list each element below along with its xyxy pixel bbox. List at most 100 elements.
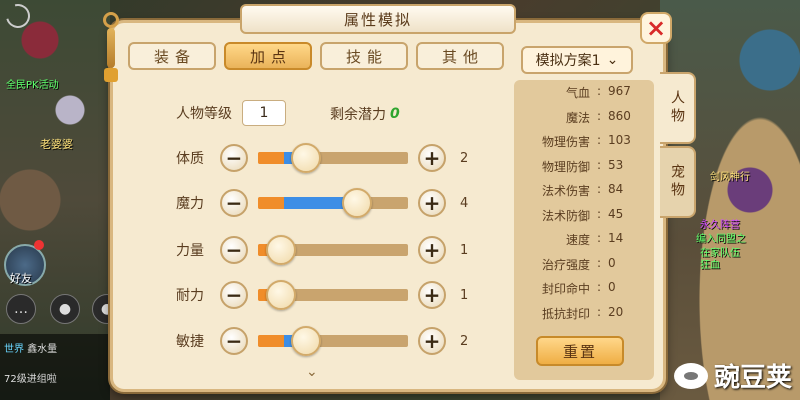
stat-slider[interactable] bbox=[258, 326, 408, 356]
npc-name[interactable]: 老婆婆 bbox=[40, 136, 73, 152]
potential-row: 剩余潜力 0 bbox=[330, 104, 400, 124]
info-value: 53 bbox=[608, 157, 624, 172]
stat-value: 1 bbox=[460, 287, 469, 303]
stat-row: 耐力 − + 1 bbox=[176, 280, 480, 310]
info-row: 法术防御 : 45 bbox=[514, 207, 654, 224]
tab-equipment[interactable]: 装备 bbox=[128, 42, 216, 70]
plus-icon: + bbox=[423, 283, 441, 307]
tab-other[interactable]: 其他 bbox=[416, 42, 504, 70]
info-colon: : bbox=[596, 255, 602, 270]
info-panel: 气血 : 967 魔法 : 860 物理伤害 : 103 物理防御 : 53 法… bbox=[514, 80, 654, 380]
plus-icon: + bbox=[423, 146, 441, 170]
minus-icon: − bbox=[225, 146, 243, 170]
chat-bubble-icon[interactable]: … bbox=[6, 294, 36, 324]
player-title-tag: 剑风神行 bbox=[710, 172, 750, 183]
stat-slider[interactable] bbox=[258, 235, 408, 265]
info-key: 魔法 bbox=[565, 110, 590, 125]
info-row: 法术伤害 : 84 bbox=[514, 182, 654, 199]
potential-value: 0 bbox=[390, 106, 400, 122]
info-colon: : bbox=[596, 84, 602, 98]
info-colon: : bbox=[596, 157, 602, 172]
watermark-text: 豌豆荚 bbox=[713, 363, 792, 393]
level-input[interactable]: 1 bbox=[242, 100, 286, 126]
stat-slider[interactable] bbox=[258, 143, 408, 173]
decrease-button[interactable]: − bbox=[220, 327, 248, 355]
info-row: 封印命中 : 0 bbox=[514, 280, 654, 297]
increase-button[interactable]: + bbox=[418, 281, 446, 309]
info-key: 法术伤害 bbox=[541, 184, 590, 198]
scroll-down-icon[interactable]: ⌄ bbox=[306, 364, 318, 380]
stat-value: 2 bbox=[460, 333, 469, 349]
info-row: 物理伤害 : 103 bbox=[514, 133, 654, 150]
chevron-down-icon: ⌄ bbox=[606, 52, 619, 68]
info-value: 20 bbox=[608, 304, 624, 319]
panel-tabs: 装备 加点 技能 其他 bbox=[128, 42, 504, 70]
info-colon: : bbox=[596, 182, 602, 196]
scheme-label: 模拟方案1 bbox=[535, 53, 601, 69]
stat-value: 4 bbox=[460, 195, 469, 211]
info-key: 治疗强度 bbox=[541, 257, 590, 272]
microphone-icon[interactable]: ● bbox=[50, 294, 80, 324]
info-key: 气血 bbox=[565, 86, 590, 100]
level-row: 人物等级 1 bbox=[176, 100, 286, 126]
slider-base-fill bbox=[258, 152, 284, 164]
player-faction-tag: 永久阵营 bbox=[700, 220, 740, 231]
info-colon: : bbox=[596, 108, 602, 123]
increase-button[interactable]: + bbox=[418, 144, 446, 172]
info-value: 103 bbox=[608, 133, 631, 147]
wandoujia-logo-icon bbox=[673, 362, 708, 389]
side-tab-pet[interactable]: 宠物 bbox=[660, 146, 696, 218]
increase-button[interactable]: + bbox=[418, 327, 446, 355]
increase-button[interactable]: + bbox=[418, 189, 446, 217]
stat-name: 耐力 bbox=[176, 288, 204, 304]
info-row: 气血 : 967 bbox=[514, 84, 654, 101]
stat-slider[interactable] bbox=[258, 280, 408, 310]
friend-label: 好友 bbox=[10, 272, 32, 285]
slider-knob[interactable] bbox=[265, 280, 296, 310]
slider-knob[interactable] bbox=[291, 143, 321, 173]
slider-knob[interactable] bbox=[291, 326, 321, 356]
stat-value: 2 bbox=[460, 150, 469, 166]
decrease-button[interactable]: − bbox=[220, 144, 248, 172]
stat-name: 体质 bbox=[176, 151, 204, 167]
tassel-ornament-icon bbox=[100, 12, 122, 82]
scheme-dropdown[interactable]: 模拟方案1 ⌄ bbox=[521, 46, 633, 74]
potential-label: 剩余潜力 bbox=[330, 107, 386, 123]
info-value: 0 bbox=[608, 280, 616, 294]
player-status-tag: 狂血 bbox=[700, 260, 720, 271]
plus-icon: + bbox=[423, 238, 441, 262]
slider-knob[interactable] bbox=[265, 235, 296, 265]
decrease-button[interactable]: − bbox=[220, 236, 248, 264]
stat-slider[interactable] bbox=[258, 188, 408, 218]
stat-row: 体质 − + 2 bbox=[176, 143, 480, 173]
reset-button[interactable]: 重置 bbox=[536, 336, 624, 366]
npc-event-tag: 全民PK活动 bbox=[6, 80, 59, 91]
chat-message: 72级进组啦 bbox=[4, 374, 57, 385]
player-alliance-tag: 编入同盟之 bbox=[696, 234, 746, 245]
info-value: 967 bbox=[608, 84, 631, 98]
plus-icon: + bbox=[423, 329, 441, 353]
info-value: 860 bbox=[608, 108, 631, 123]
watermark: 豌豆荚 bbox=[673, 357, 792, 394]
info-colon: : bbox=[596, 280, 602, 294]
side-tab-character[interactable]: 人物 bbox=[660, 72, 696, 144]
decrease-button[interactable]: − bbox=[220, 281, 248, 309]
chat-message: 鑫水量 bbox=[27, 344, 58, 355]
info-row: 抵抗封印 : 20 bbox=[514, 305, 654, 322]
decrease-button[interactable]: − bbox=[220, 189, 248, 217]
stat-name: 力量 bbox=[176, 243, 204, 259]
tab-add-points[interactable]: 加点 bbox=[224, 42, 312, 70]
panel-title: 属性模拟 bbox=[240, 4, 516, 34]
close-button[interactable]: × bbox=[640, 12, 672, 44]
info-key: 法术防御 bbox=[541, 208, 590, 223]
minus-icon: − bbox=[225, 238, 243, 262]
info-key: 物理伤害 bbox=[541, 135, 590, 149]
increase-button[interactable]: + bbox=[418, 236, 446, 264]
minus-icon: − bbox=[225, 283, 243, 307]
chat-panel[interactable]: 世界 鑫水量 72级进组啦 bbox=[0, 334, 110, 400]
slider-knob[interactable] bbox=[342, 188, 372, 218]
info-value: 84 bbox=[608, 182, 624, 196]
tab-skills[interactable]: 技能 bbox=[320, 42, 408, 70]
slider-base-fill bbox=[258, 197, 284, 209]
info-row: 物理防御 : 53 bbox=[514, 158, 654, 175]
